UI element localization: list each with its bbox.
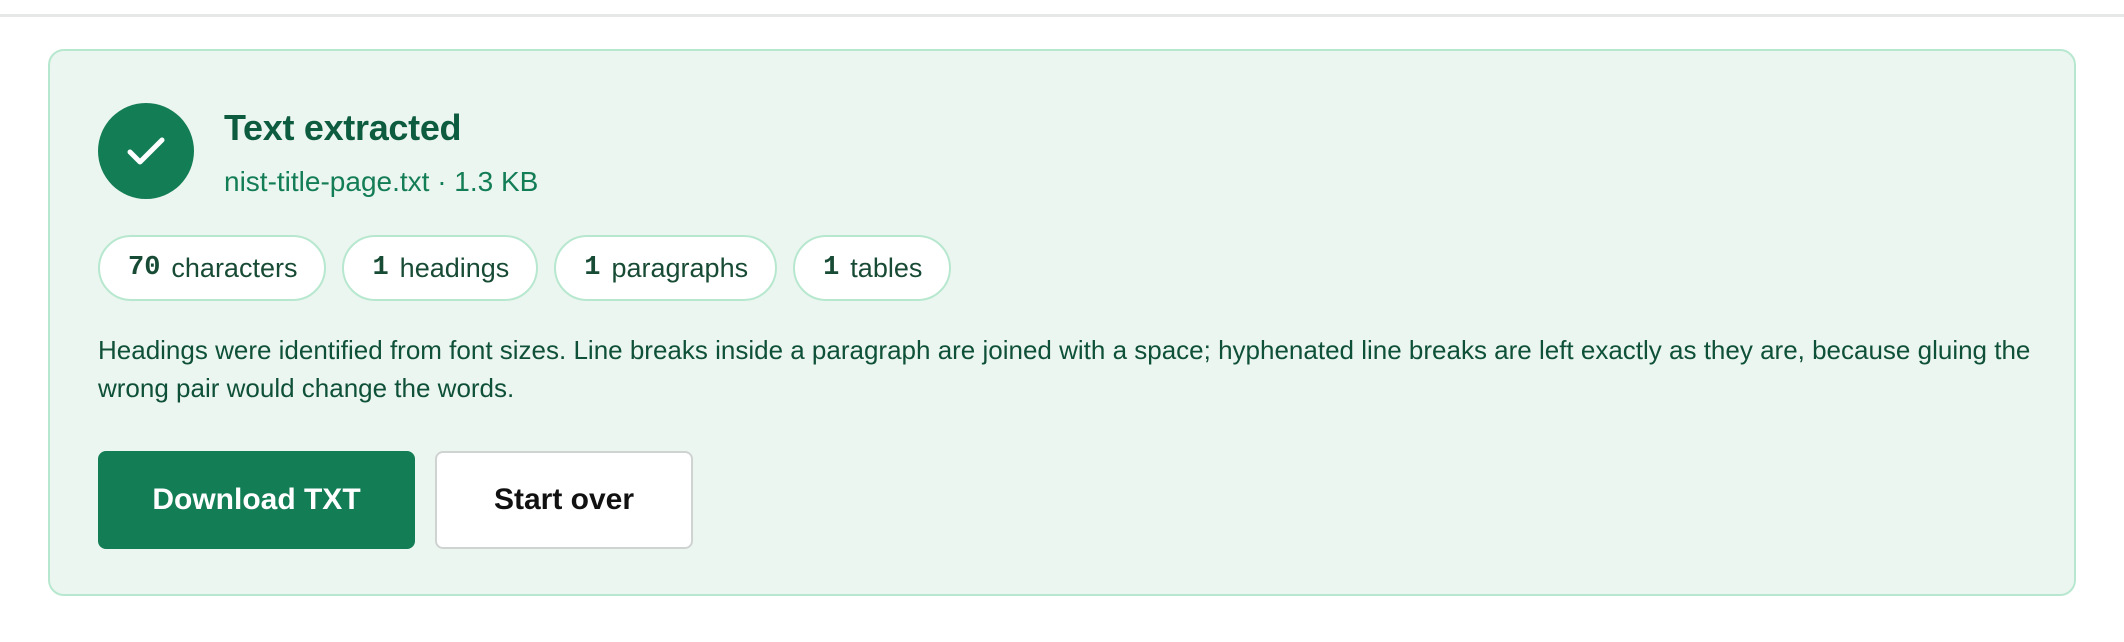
stat-count: 1 [584, 253, 601, 283]
stat-label: characters [171, 252, 298, 283]
start-over-button[interactable]: Start over [435, 451, 693, 549]
stat-count: 70 [128, 253, 161, 283]
extraction-result-card: Text extracted nist-title-page.txt · 1.3… [48, 49, 2076, 596]
stat-headings: 1 headings [342, 235, 539, 301]
stat-label: tables [850, 252, 923, 283]
action-row: Download TXT Start over [98, 451, 693, 549]
page: Text extracted nist-title-page.txt · 1.3… [0, 0, 2124, 642]
checkmark-icon [127, 137, 165, 165]
stat-paragraphs: 1 paragraphs [554, 235, 778, 301]
success-badge [98, 103, 194, 199]
result-title: Text extracted [224, 107, 462, 148]
top-divider [0, 14, 2124, 17]
stat-label: paragraphs [611, 252, 749, 283]
stats-row: 70 characters 1 headings 1 paragraphs 1 … [98, 235, 952, 301]
stat-label: headings [399, 252, 510, 283]
stat-count: 1 [372, 253, 389, 283]
file-meta: nist-title-page.txt · 1.3 KB [224, 166, 539, 197]
stat-tables: 1 tables [793, 235, 952, 301]
download-txt-button[interactable]: Download TXT [98, 451, 415, 549]
stat-count: 1 [823, 253, 840, 283]
stat-characters: 70 characters [98, 235, 327, 301]
extraction-note: Headings were identified from font sizes… [98, 335, 2031, 403]
